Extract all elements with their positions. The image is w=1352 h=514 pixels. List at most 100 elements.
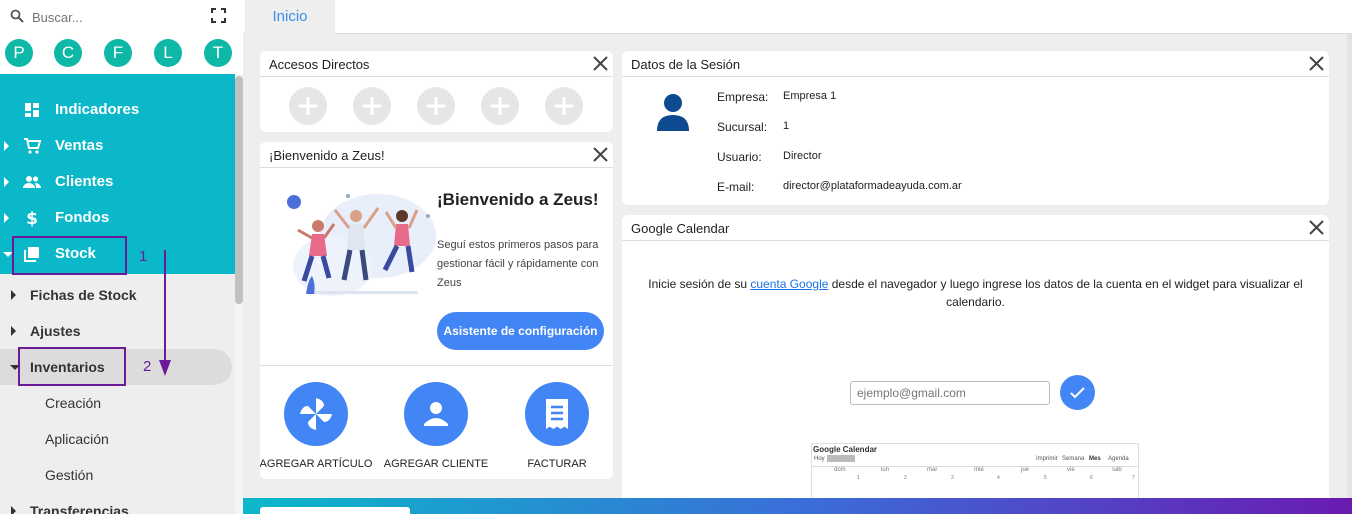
sidebar-item-label: Gestión	[45, 467, 94, 483]
preview-view-option: Agenda	[1108, 456, 1129, 462]
add-client-button[interactable]	[404, 382, 468, 446]
preview-today-button: Hoy	[814, 456, 825, 462]
sidebar-item-ventas[interactable]: Ventas	[0, 128, 235, 164]
google-email-input[interactable]	[850, 381, 1050, 405]
plus-icon	[363, 97, 381, 115]
annotation-box-stock	[12, 236, 127, 275]
check-icon	[1070, 387, 1085, 399]
usuario-value: Director	[783, 150, 822, 162]
add-shortcut-button[interactable]	[481, 87, 519, 125]
main-scrollbar[interactable]	[1347, 34, 1352, 498]
add-article-label: AGREGAR ARTÍCULO	[260, 458, 373, 470]
search-bar	[0, 0, 243, 34]
preview-view-option: Imprimir	[1036, 456, 1058, 462]
card-title: ¡Bienvenido a Zeus!	[269, 148, 385, 163]
preview-title: Google Calendar	[813, 445, 878, 454]
preview-view-option: Mes	[1089, 456, 1101, 462]
caret-right-icon	[11, 326, 16, 336]
sidebar-item-label: Fichas de Stock	[30, 287, 137, 303]
sidebar-item-fondos[interactable]: $ Fondos	[0, 200, 235, 236]
close-icon[interactable]	[592, 146, 609, 163]
close-icon[interactable]	[592, 55, 609, 72]
shortcut-l[interactable]: L	[154, 39, 182, 67]
sidebar-item-label: Fondos	[55, 209, 110, 226]
shortcut-f[interactable]: F	[104, 39, 132, 67]
plus-icon	[555, 97, 573, 115]
preview-date: 7	[1132, 475, 1135, 481]
sidebar: P C F L T Indicadores Ventas Clientes $ …	[0, 0, 243, 514]
shortcut-p[interactable]: P	[5, 39, 33, 67]
plus-icon	[491, 97, 509, 115]
card-header: Google Calendar	[622, 215, 1329, 241]
shortcut-c[interactable]: C	[54, 39, 82, 67]
preview-day-label: vie	[1067, 467, 1075, 473]
preview-day-label: lun	[881, 467, 890, 473]
sidebar-item-fichas-de-stock[interactable]: Fichas de Stock	[0, 277, 235, 313]
calendar-instructions: Inicie sesión de su cuenta Google desde …	[642, 275, 1309, 311]
welcome-heading: ¡Bienvenido a Zeus!	[437, 190, 599, 209]
sidebar-item-label: Indicadores	[55, 101, 140, 118]
fullscreen-icon[interactable]	[211, 8, 226, 23]
accesos-directos-card: Accesos Directos	[260, 51, 613, 132]
annotation-number-1: 1	[139, 248, 148, 265]
welcome-illustration-icon	[287, 194, 436, 296]
user-icon	[424, 402, 448, 426]
caret-right-icon	[4, 177, 9, 187]
google-account-link[interactable]: cuenta Google	[750, 277, 828, 291]
email-value: director@plataformadeayuda.com.ar	[783, 180, 962, 192]
annotation-number-2: 2	[143, 358, 152, 375]
preview-date: 6	[1090, 475, 1093, 481]
plus-icon	[299, 97, 317, 115]
instructions-text-before: Inicie sesión de su	[648, 277, 751, 291]
tab-bar: Inicio	[243, 0, 1352, 34]
annotation-arrow-icon	[159, 250, 171, 376]
preview-day-label: sáb	[1112, 467, 1122, 473]
add-article-button[interactable]	[284, 382, 348, 446]
welcome-card: ¡Bienvenido a Zeus! ¡Bienvenido a Zeus! …	[260, 142, 613, 479]
sidebar-item-aplicacion[interactable]: Aplicación	[0, 421, 235, 457]
sidebar-item-indicadores[interactable]: Indicadores	[0, 92, 235, 128]
sidebar-scroll-thumb[interactable]	[235, 76, 243, 304]
tab-inicio[interactable]: Inicio	[245, 0, 335, 34]
people-icon	[23, 176, 41, 188]
email-label: E-mail:	[717, 180, 755, 194]
caret-right-icon	[4, 141, 9, 151]
search-input[interactable]	[32, 8, 192, 26]
sidebar-item-ajustes[interactable]: Ajustes	[0, 313, 235, 349]
sucursal-label: Sucursal:	[717, 120, 768, 134]
setup-assistant-button[interactable]: Asistente de configuración	[437, 312, 604, 350]
session-card: Datos de la Sesión Empresa: Empresa 1 Su…	[622, 51, 1329, 205]
add-shortcut-button[interactable]	[353, 87, 391, 125]
caret-right-icon	[11, 506, 16, 514]
user-avatar-icon	[657, 94, 689, 131]
preview-date: 3	[951, 475, 954, 481]
preview-day-label: mar	[927, 467, 938, 473]
card-title: Datos de la Sesión	[631, 57, 741, 72]
add-shortcut-button[interactable]	[545, 87, 583, 125]
sidebar-item-label: Aplicación	[45, 431, 109, 447]
annotation-box-inventarios	[18, 347, 126, 386]
dollar-icon: $	[26, 209, 38, 227]
bottom-banner-tab[interactable]	[260, 507, 410, 514]
sidebar-item-gestion[interactable]: Gestión	[0, 457, 235, 493]
shortcut-t[interactable]: T	[204, 39, 232, 67]
caret-right-icon	[4, 213, 9, 223]
shortcut-row: P C F L T	[0, 34, 243, 74]
preview-day-label: mié	[974, 467, 984, 473]
sidebar-item-creacion[interactable]: Creación	[0, 385, 235, 421]
invoice-button[interactable]	[525, 382, 589, 446]
add-shortcut-button[interactable]	[289, 87, 327, 125]
close-icon[interactable]	[1308, 219, 1325, 236]
sidebar-item-label: Ajustes	[30, 323, 81, 339]
add-shortcut-button[interactable]	[417, 87, 455, 125]
card-header: ¡Bienvenido a Zeus!	[260, 142, 613, 168]
sidebar-item-transferencias[interactable]: Transferencias	[0, 493, 235, 514]
preview-date: 1	[857, 475, 860, 481]
preview-date: 2	[904, 475, 907, 481]
sidebar-item-clientes[interactable]: Clientes	[0, 164, 235, 200]
confirm-email-button[interactable]	[1060, 375, 1095, 410]
invoice-label: FACTURAR	[527, 458, 587, 470]
calendar-preview: Google Calendar Hoy Imprimir Semana Mes …	[811, 443, 1139, 503]
close-icon[interactable]	[1308, 55, 1325, 72]
preview-view-option: Semana	[1062, 456, 1085, 462]
